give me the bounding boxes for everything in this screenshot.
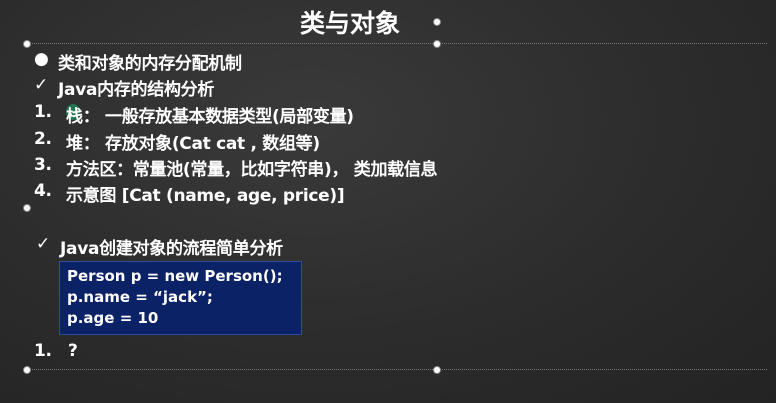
- item-stack: 栈： 一般存放基本数据类型(局部变量): [66, 107, 354, 127]
- resize-handle-top-left[interactable]: [23, 40, 31, 48]
- resize-handle-bottom-left[interactable]: [23, 366, 31, 374]
- rotate-handle[interactable]: [433, 18, 441, 26]
- code-line: p.age = 10: [67, 309, 159, 327]
- code-line: Person p = new Person();: [67, 267, 283, 285]
- section2-title: Java创建对象的流程简单分析: [60, 239, 283, 259]
- item-num: 1.: [34, 102, 52, 122]
- question-text: ?: [68, 341, 78, 361]
- textbox-border-top: [27, 43, 767, 44]
- item-diagram: 示意图 [Cat (name, age, price)]: [66, 186, 345, 206]
- main-bullet: 类和对象的内存分配机制: [58, 54, 242, 74]
- item-num: 4.: [34, 181, 52, 201]
- code-box: Person p = new Person(); p.name = “jack”…: [59, 261, 302, 335]
- item-method-area: 方法区：常量池(常量，比如字符串)， 类加载信息: [66, 160, 438, 180]
- section1-title: Java内存的结构分析: [58, 80, 215, 100]
- checkmark-icon: ✓: [36, 234, 50, 254]
- item-num: 2.: [34, 129, 52, 149]
- checkmark-icon: ✓: [34, 75, 48, 95]
- item-heap: 堆： 存放对象(Cat cat , 数组等): [66, 134, 320, 154]
- slide-title[interactable]: 类与对象: [300, 4, 400, 40]
- item-num: 3.: [34, 155, 52, 175]
- resize-handle-bottom[interactable]: [433, 366, 441, 374]
- code-line: p.name = “jack”;: [67, 288, 213, 306]
- question-num: 1.: [34, 341, 52, 361]
- filled-circle-icon: ●: [34, 49, 49, 69]
- resize-handle-top[interactable]: [433, 40, 441, 48]
- resize-handle-left[interactable]: [23, 204, 31, 212]
- textbox-border-bottom: [27, 369, 767, 370]
